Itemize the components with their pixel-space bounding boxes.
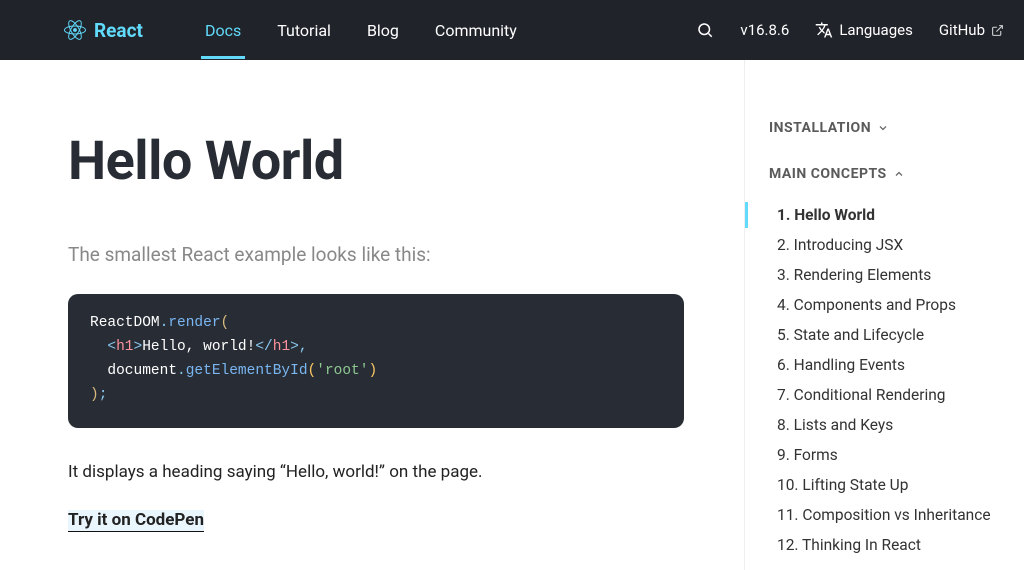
code-token: document xyxy=(90,363,177,379)
sidebar-item-composition-inheritance[interactable]: 11. Composition vs Inheritance xyxy=(769,500,1024,530)
nav-community[interactable]: Community xyxy=(435,2,517,59)
brand[interactable]: React xyxy=(64,19,143,42)
code-token: ( xyxy=(308,363,317,379)
nav-docs[interactable]: Docs xyxy=(205,2,241,59)
sidebar-item-conditional-rendering[interactable]: 7. Conditional Rendering xyxy=(769,380,1024,410)
react-logo-icon xyxy=(64,19,86,41)
chevron-up-icon xyxy=(893,168,905,180)
sidebar-item-forms[interactable]: 9. Forms xyxy=(769,440,1024,470)
version-label[interactable]: v16.8.6 xyxy=(740,21,789,39)
sidebar-item-lists-keys[interactable]: 8. Lists and Keys xyxy=(769,410,1024,440)
external-link-icon xyxy=(991,24,1004,37)
sidebar-item-state-lifecycle[interactable]: 5. State and Lifecycle xyxy=(769,320,1024,350)
code-token: , xyxy=(299,339,308,355)
sidebar-item-lifting-state-up[interactable]: 10. Lifting State Up xyxy=(769,470,1024,500)
code-block: ReactDOM.render( <h1>Hello, world!</h1>,… xyxy=(68,294,684,428)
code-token: < xyxy=(107,339,116,355)
sidebar-item-handling-events[interactable]: 6. Handling Events xyxy=(769,350,1024,380)
nav-links: Docs Tutorial Blog Community xyxy=(205,2,517,59)
code-token: ) xyxy=(368,363,377,379)
sidebar-item-hello-world[interactable]: 1. Hello World xyxy=(769,200,1024,230)
code-token: . xyxy=(177,363,186,379)
code-token: > xyxy=(134,339,143,355)
github-label: GitHub xyxy=(939,21,985,39)
code-token: h1 xyxy=(273,339,290,355)
languages-link[interactable]: Languages xyxy=(815,21,913,39)
code-token: ) xyxy=(90,387,99,403)
body-paragraph: It displays a heading saying “Hello, wor… xyxy=(68,462,684,482)
code-token: 'root' xyxy=(316,363,368,379)
section-label: Installation xyxy=(769,120,871,136)
code-token: ( xyxy=(221,315,230,331)
code-token: Hello, world! xyxy=(142,339,255,355)
github-link[interactable]: GitHub xyxy=(939,21,1004,39)
sidebar-item-rendering-elements[interactable]: 3. Rendering Elements xyxy=(769,260,1024,290)
code-token xyxy=(90,339,107,355)
brand-name: React xyxy=(94,19,143,42)
code-token: render xyxy=(168,315,220,331)
code-token: getElementById xyxy=(186,363,308,379)
search-icon[interactable] xyxy=(696,21,714,39)
code-token: </ xyxy=(255,339,272,355)
chevron-down-icon xyxy=(877,122,889,134)
page-title: Hello World xyxy=(68,130,684,193)
sidebar-section-main-concepts[interactable]: Main Concepts xyxy=(769,166,1024,182)
main-content: Hello World The smallest React example l… xyxy=(0,60,744,570)
try-codepen-link[interactable]: Try it on CodePen xyxy=(68,510,204,532)
nav-blog[interactable]: Blog xyxy=(367,2,399,59)
sidebar-list: 1. Hello World 2. Introducing JSX 3. Ren… xyxy=(769,200,1024,560)
nav-tutorial[interactable]: Tutorial xyxy=(277,2,331,59)
languages-label: Languages xyxy=(839,21,913,39)
code-token: > xyxy=(290,339,299,355)
top-nav: React Docs Tutorial Blog Community v16.8… xyxy=(0,0,1024,60)
section-label: Main Concepts xyxy=(769,166,887,182)
sidebar-item-introducing-jsx[interactable]: 2. Introducing JSX xyxy=(769,230,1024,260)
code-token: ; xyxy=(99,387,108,403)
sidebar: Installation Main Concepts 1. Hello Worl… xyxy=(744,60,1024,570)
code-token: h1 xyxy=(116,339,133,355)
sidebar-section-installation[interactable]: Installation xyxy=(769,120,1024,136)
page-subtitle: The smallest React example looks like th… xyxy=(68,243,684,266)
sidebar-item-components-props[interactable]: 4. Components and Props xyxy=(769,290,1024,320)
sidebar-item-thinking-in-react[interactable]: 12. Thinking In React xyxy=(769,530,1024,560)
translate-icon xyxy=(815,21,833,39)
top-right: v16.8.6 Languages GitHub xyxy=(696,21,1004,39)
code-token: ReactDOM xyxy=(90,315,160,331)
